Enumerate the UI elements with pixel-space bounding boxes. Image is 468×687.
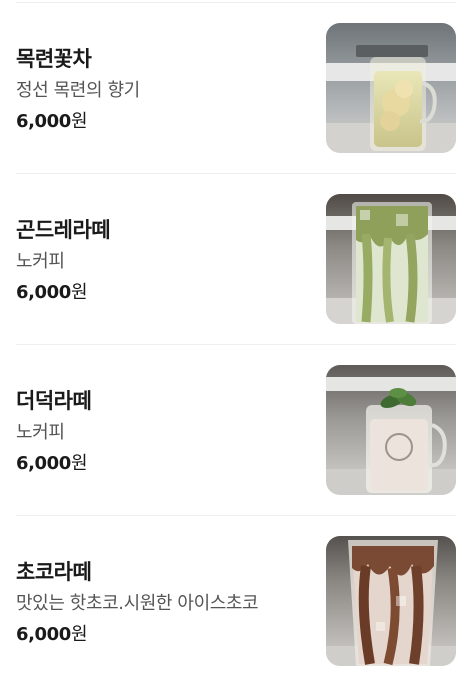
menu-item-photo[interactable] [326, 536, 456, 666]
menu-item-description: 정선 목련의 향기 [16, 80, 140, 101]
price-currency: 원 [70, 453, 88, 474]
menu-item-price: 6,000원 [16, 620, 88, 646]
menu-item-name: 곤드레라떼 [16, 218, 111, 242]
menu-item-description: 맛있는 핫초코.시원한 아이스초코 [16, 593, 259, 614]
menu-item-price: 6,000원 [16, 107, 88, 133]
price-currency: 원 [70, 624, 88, 645]
menu-item-price: 6,000원 [16, 278, 88, 304]
menu-item-deodeok-latte[interactable]: 더덕라떼 노커피 6,000원 [0, 345, 468, 516]
price-currency: 원 [70, 282, 88, 303]
menu-item-price: 6,000원 [16, 449, 88, 475]
gondre-latte-photo [326, 194, 456, 324]
menu-item-magnolia-tea[interactable]: 목련꽃차 정선 목련의 향기 6,000원 [0, 3, 468, 174]
magnolia-tea-photo [326, 23, 456, 153]
menu-item-description: 노커피 [16, 422, 65, 443]
menu-item-name: 목련꽃차 [16, 47, 92, 71]
price-value: 6,000 [16, 624, 71, 645]
menu-list: 목련꽃차 정선 목련의 향기 6,000원 곤드레라떼 노커피 6,000원 더… [0, 0, 468, 680]
deodeok-latte-photo [326, 365, 456, 495]
price-value: 6,000 [16, 282, 71, 303]
menu-item-description: 노커피 [16, 251, 65, 272]
price-value: 6,000 [16, 111, 71, 132]
price-currency: 원 [70, 111, 88, 132]
menu-item-photo[interactable] [326, 194, 456, 324]
menu-item-name: 더덕라떼 [16, 389, 92, 413]
choco-latte-photo [326, 536, 456, 666]
menu-item-photo[interactable] [326, 23, 456, 153]
menu-item-photo[interactable] [326, 365, 456, 495]
price-value: 6,000 [16, 453, 71, 474]
menu-item-gondre-latte[interactable]: 곤드레라떼 노커피 6,000원 [0, 174, 468, 345]
menu-item-name: 초코라떼 [16, 560, 92, 584]
menu-item-choco-latte[interactable]: 초코라떼 맛있는 핫초코.시원한 아이스초코 6,000원 [0, 516, 468, 687]
